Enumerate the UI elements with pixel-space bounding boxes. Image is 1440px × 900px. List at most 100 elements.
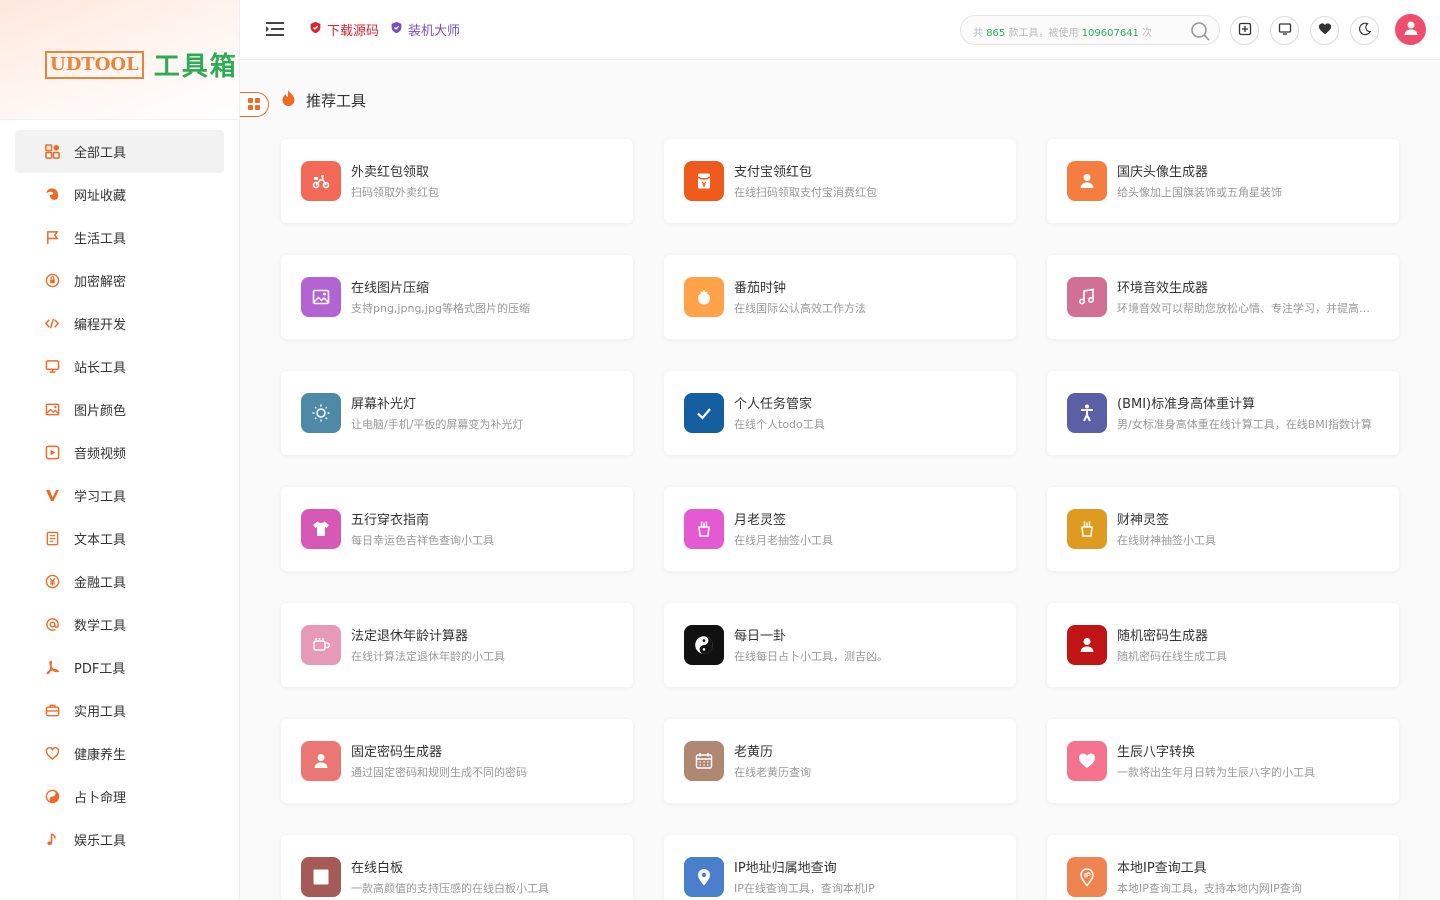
sidebar-item[interactable]: 娱乐工具 <box>15 818 224 861</box>
dark-mode-button[interactable] <box>1350 16 1379 45</box>
image-icon <box>301 277 341 317</box>
sidebar-item-label: 加密解密 <box>74 275 127 290</box>
tool-card-desc: 每日幸运色吉祥色查询小工具 <box>351 534 494 547</box>
sidebar-item[interactable]: 金融工具 <box>15 560 224 603</box>
tool-card-desc: 随机密码在线生成工具 <box>1117 650 1227 663</box>
tool-card[interactable]: 月老灵签在线月老抽签小工具 <box>664 487 1016 571</box>
lot-icon <box>1067 509 1107 549</box>
menu-toggle-icon[interactable] <box>265 19 285 39</box>
sidebar-nav: 全部工具 网址收藏 生活工具加密解密编程开发 站长工具 图片颜色 音频视频 学习工具 文本工具… <box>15 130 224 861</box>
monitor-icon <box>1278 21 1292 40</box>
sidebar-item[interactable]: 全部工具 <box>15 130 224 173</box>
tool-card-title: 生辰八字转换 <box>1117 745 1196 760</box>
add-tool-button[interactable] <box>1230 16 1259 45</box>
sidebar-item-label: 娱乐工具 <box>74 834 127 849</box>
tool-card[interactable]: 固定密码生成器 通过固定密码和规则生成不同的密码 <box>281 719 633 803</box>
tool-card[interactable]: 每日一卦 在线每日占卜小工具，测吉凶。 <box>664 603 1016 687</box>
edge-icon <box>44 187 60 203</box>
tool-card[interactable]: 屏幕补光灯 让电脑/手机/平板的屏幕变为补光灯 <box>281 371 633 455</box>
tool-card-desc: 在线老黄历查询 <box>734 766 811 779</box>
tool-card-desc: IP在线查询工具，查询本机IP <box>734 882 875 895</box>
cup-icon <box>301 625 341 665</box>
tool-card-title: 每日一卦 <box>734 629 787 644</box>
lock-circle-icon <box>44 273 60 289</box>
sidebar-item[interactable]: 文本工具 <box>15 517 224 560</box>
heart-icon <box>1067 741 1107 781</box>
sidebar-item[interactable]: 编程开发 <box>15 302 224 345</box>
sidebar-item[interactable]: 网址收藏 <box>15 173 224 216</box>
logo[interactable]: UDTOOL 工具箱 <box>45 46 238 83</box>
tool-card-title: 在线图片压缩 <box>351 281 430 296</box>
tool-card[interactable]: 老黄历 在线老黄历查询 <box>664 719 1016 803</box>
install-master-link[interactable]: 装机大师 <box>390 20 460 39</box>
tool-card[interactable]: 法定退休年龄计算器 在线计算法定退休年龄的小工具 <box>281 603 633 687</box>
tool-card[interactable]: 财神灵签 在线财神抽签小工具 <box>1047 487 1399 571</box>
logo-area: UDTOOL 工具箱 <box>0 0 239 120</box>
tool-card-title: 番茄时钟 <box>734 281 787 296</box>
tool-card-title: 个人任务管家 <box>734 397 813 412</box>
tool-card[interactable]: 本地IP查询工具 本地IP查询工具，支持本地内网IP查询 <box>1047 835 1399 900</box>
tool-card-desc: 本地IP查询工具，支持本地内网IP查询 <box>1117 882 1302 895</box>
tool-card[interactable]: 个人任务管家 在线个人todo工具 <box>664 371 1016 455</box>
lot-icon <box>684 509 724 549</box>
tool-card-title: 财神灵签 <box>1117 513 1170 528</box>
user-icon <box>301 741 341 781</box>
tool-card[interactable]: 国庆头像生成器 给头像加上国旗装饰或五角星装饰 <box>1047 139 1399 223</box>
sidebar-item[interactable]: 图片颜色 <box>15 388 224 431</box>
sidebar-item[interactable]: 学习工具 <box>15 474 224 517</box>
download-source-link[interactable]: 下载源码 <box>309 20 379 39</box>
search-box[interactable]: 共 865 款工具，被使用 109607641 次 <box>960 15 1220 45</box>
tool-card-desc: 一款将出生年月日转为生辰八字的小工具 <box>1117 766 1315 779</box>
tool-card[interactable]: 支付宝领红包 在线扫码领取支付宝消费红包 <box>664 139 1016 223</box>
download-source-label: 下载源码 <box>327 24 380 39</box>
person-icon <box>1067 393 1107 433</box>
play-icon <box>44 445 60 461</box>
sidebar-item[interactable]: 健康养生 <box>15 732 224 775</box>
tool-card-title: 固定密码生成器 <box>351 745 443 760</box>
tool-card-title: 月老灵签 <box>734 513 787 528</box>
apps-icon <box>44 144 60 160</box>
shield-icon <box>390 21 403 38</box>
tool-card-desc: 在线扫码领取支付宝消费红包 <box>734 186 877 199</box>
heart-icon <box>1318 21 1332 40</box>
grid-view-toggle[interactable] <box>240 92 269 117</box>
sidebar-item[interactable]: 站长工具 <box>15 345 224 388</box>
tool-card[interactable]: 番茄时钟 在线国际公认高效工作方法 <box>664 255 1016 339</box>
favorites-button[interactable] <box>1310 16 1339 45</box>
tool-card[interactable]: 五行穿衣指南每日幸运色吉祥色查询小工具 <box>281 487 633 571</box>
calendar-icon <box>684 741 724 781</box>
user-avatar[interactable] <box>1395 14 1426 45</box>
tool-card[interactable]: 外卖红包领取 扫码领取外卖红包 <box>281 139 633 223</box>
install-master-label: 装机大师 <box>408 24 461 39</box>
moon-icon <box>1358 21 1372 40</box>
sidebar-item[interactable]: 音频视频 <box>15 431 224 474</box>
tool-card-title: 环境音效生成器 <box>1117 281 1209 296</box>
sidebar-item-label: PDF工具 <box>74 662 126 677</box>
plus-square-icon <box>1238 21 1252 40</box>
sidebar-item[interactable]: 占卜命理 <box>15 775 224 818</box>
tool-card-title: 国庆头像生成器 <box>1117 165 1209 180</box>
desktop-button[interactable] <box>1270 16 1299 45</box>
tool-card-desc: 在线月老抽签小工具 <box>734 534 833 547</box>
user-icon <box>1402 19 1420 41</box>
monitor-icon <box>44 359 60 375</box>
tool-card[interactable]: 环境音效生成器 环境音效可以帮助您放松心情、专注学习，并提高工作效率 <box>1047 255 1399 339</box>
tool-card[interactable]: 在线白板 一款高颜值的支持压感的在线白板小工具 <box>281 835 633 900</box>
tool-card[interactable]: IP地址归属地查询 IP在线查询工具，查询本机IP <box>664 835 1016 900</box>
sidebar-item[interactable]: 生活工具 <box>15 216 224 259</box>
search-icon[interactable] <box>1189 20 1211 42</box>
sidebar-item[interactable]: PDF工具 <box>15 646 224 689</box>
tool-card[interactable]: 随机密码生成器 随机密码在线生成工具 <box>1047 603 1399 687</box>
tool-card[interactable]: (BMI)标准身高体重计算 男/女标准身高体重在线计算工具，在线BMI指数计算 <box>1047 371 1399 455</box>
v-icon <box>44 488 60 504</box>
user-icon <box>1067 161 1107 201</box>
sidebar-item-label: 金融工具 <box>74 576 127 591</box>
tool-card[interactable]: 在线图片压缩 支持png,jpng,jpg等格式图片的压缩 <box>281 255 633 339</box>
sidebar-item[interactable]: 加密解密 <box>15 259 224 302</box>
tool-card-title: 在线白板 <box>351 861 404 876</box>
pdf-icon <box>44 660 60 676</box>
sidebar-item[interactable]: 实用工具 <box>15 689 224 732</box>
tool-card[interactable]: 生辰八字转换一款将出生年月日转为生辰八字的小工具 <box>1047 719 1399 803</box>
sidebar-item[interactable]: 数学工具 <box>15 603 224 646</box>
tool-card-title: 五行穿衣指南 <box>351 513 430 528</box>
